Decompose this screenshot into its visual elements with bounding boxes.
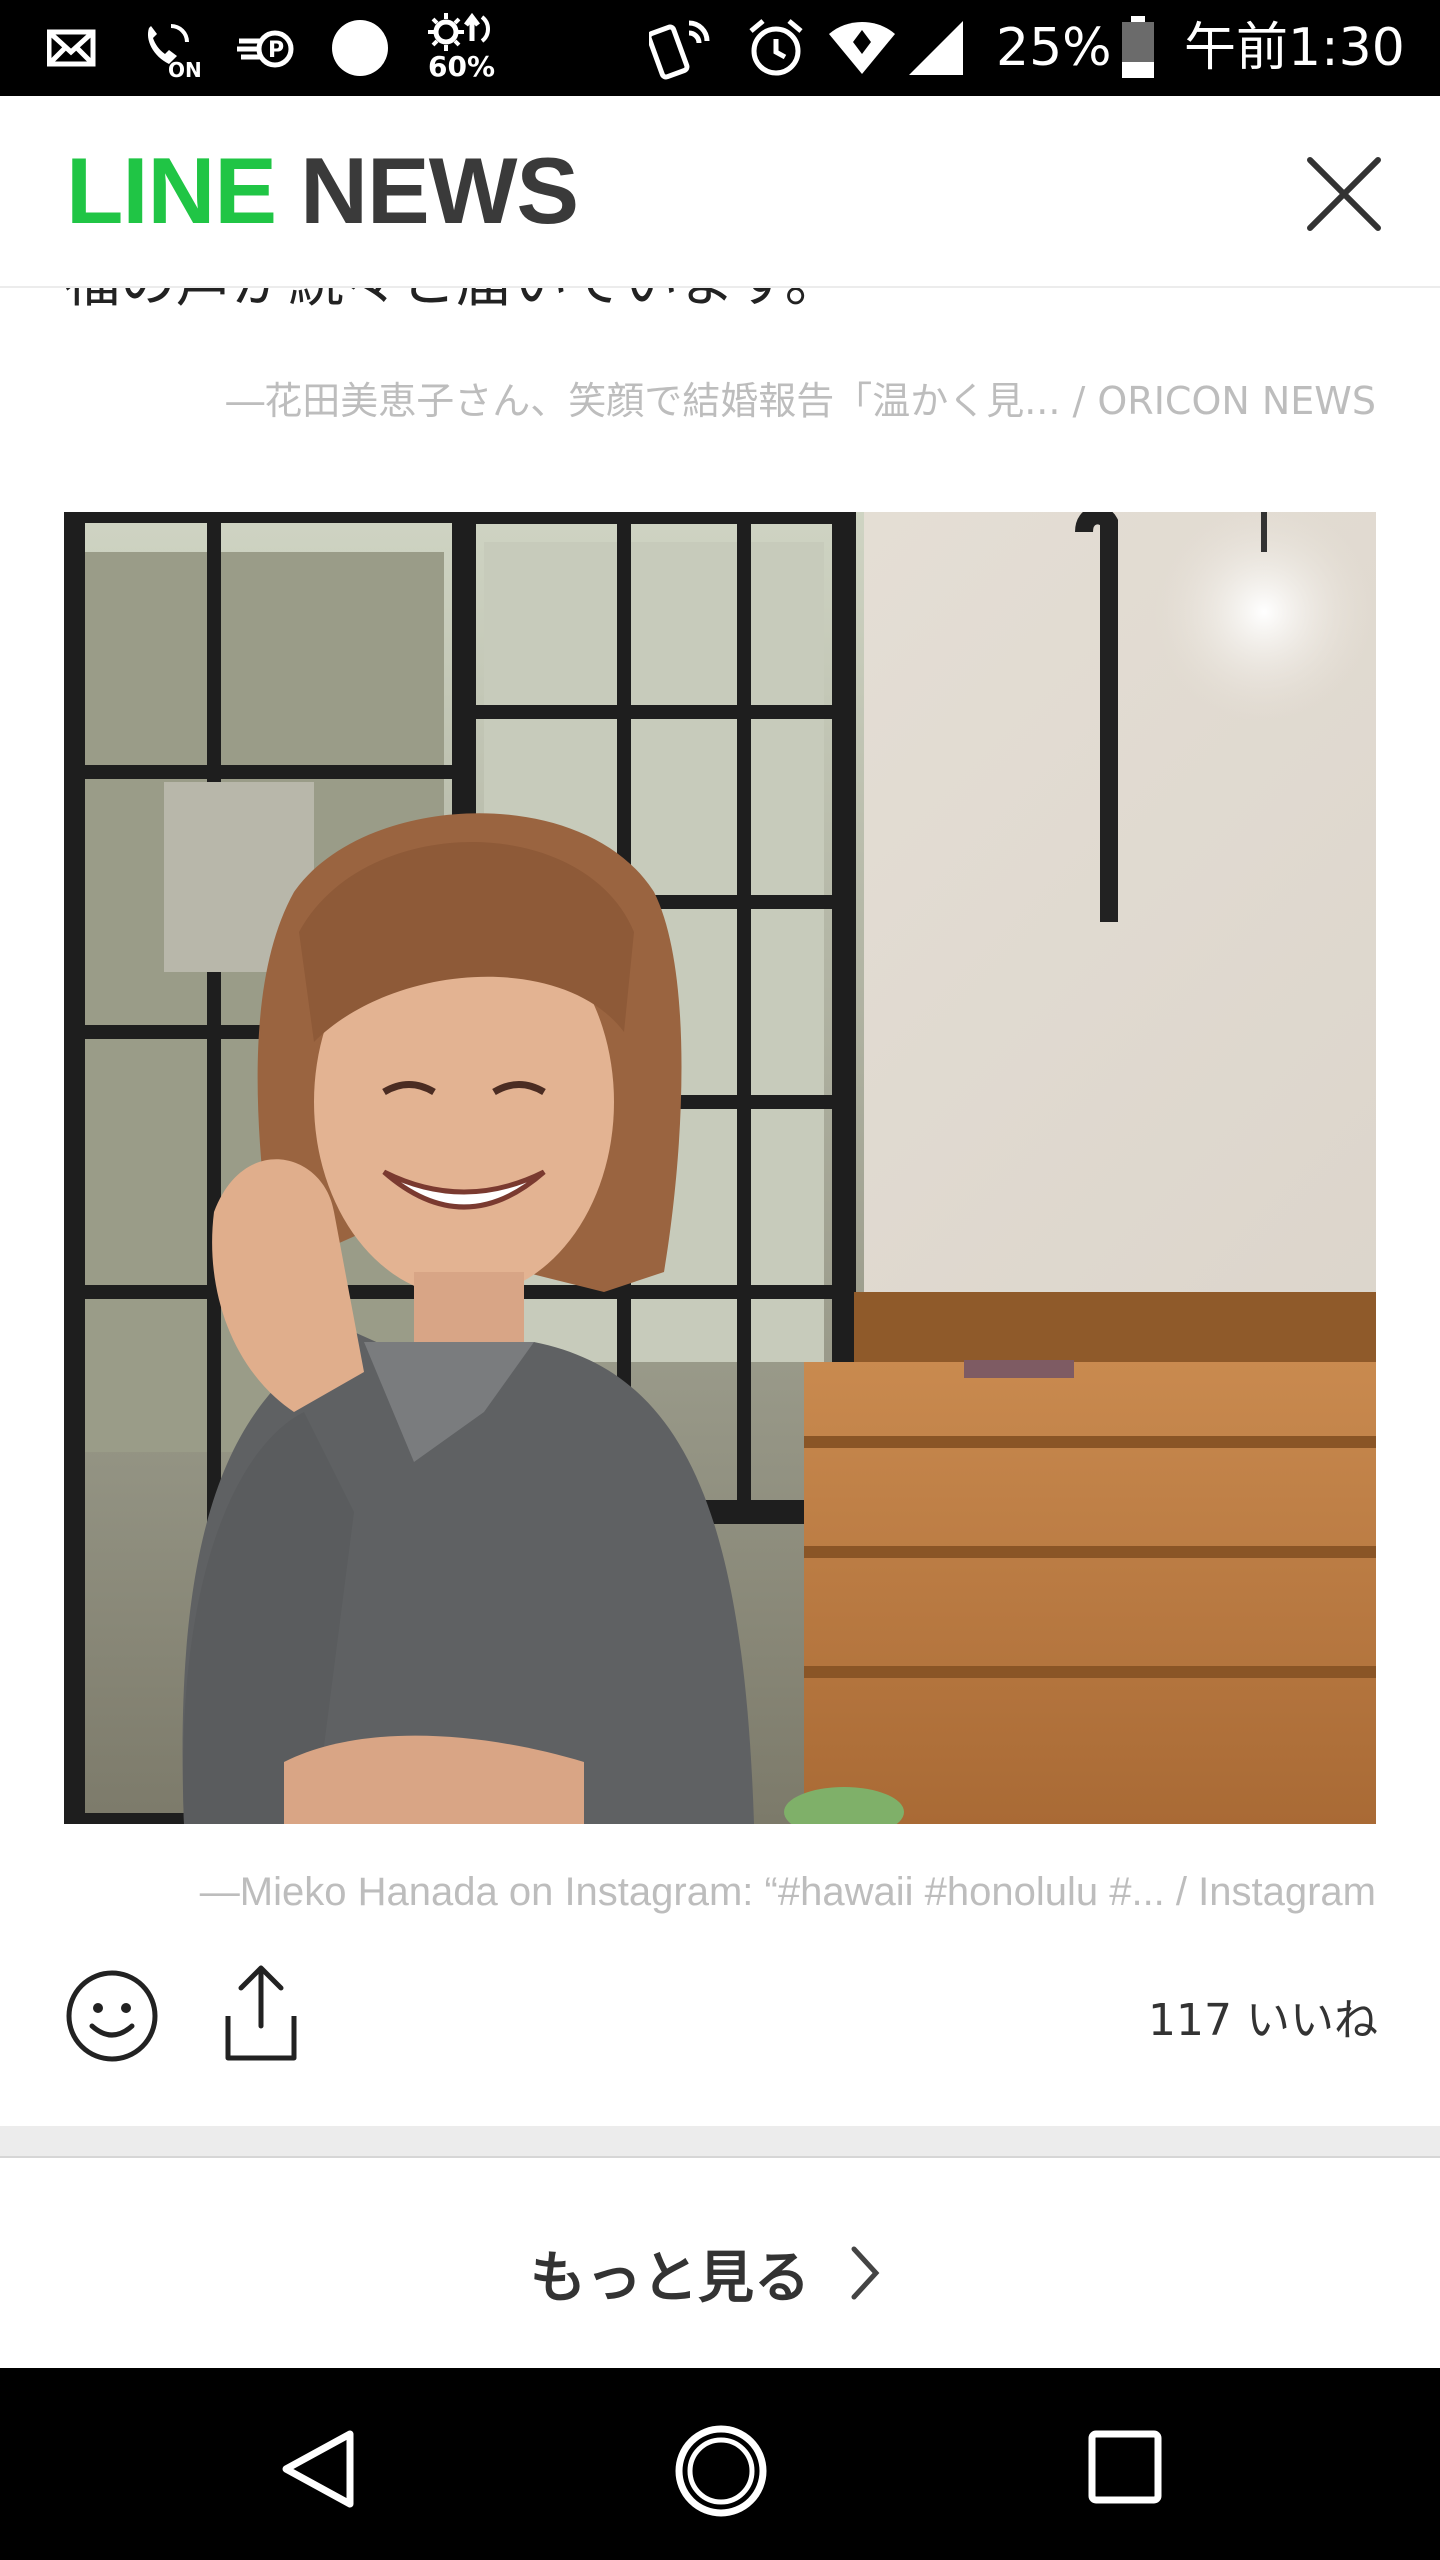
smile-icon xyxy=(66,1970,158,2062)
circle-icon xyxy=(330,18,390,78)
photo-illustration xyxy=(64,512,1376,1824)
system-nav-bar xyxy=(0,2368,1440,2560)
clock: 午前1:30 xyxy=(1184,18,1405,78)
chevron-right-icon xyxy=(851,2246,880,2300)
source-link-instagram[interactable]: ―Mieko Hanada on Instagram: “#hawaii #ho… xyxy=(200,1870,1376,1915)
app-header: LINE NEWS xyxy=(0,96,1440,288)
logo-line-text: LINE xyxy=(66,138,277,243)
reaction-button[interactable] xyxy=(64,1968,160,2064)
source-link-oricon[interactable]: ―花田美恵子さん、笑顔で結婚報告「温かく見... / ORICON NEWS xyxy=(226,370,1376,425)
mail-icon xyxy=(46,18,98,78)
signal-icon xyxy=(906,18,966,78)
close-icon xyxy=(1307,157,1381,231)
article-content: 福の声が続々と届いています。 ―花田美恵子さん、笑顔で結婚報告「温かく見... … xyxy=(0,288,1440,2118)
nfc-icon xyxy=(648,18,722,80)
line-news-logo: LINE NEWS xyxy=(66,144,579,238)
share-button[interactable] xyxy=(216,1960,306,2064)
nav-home-button[interactable] xyxy=(674,2424,768,2518)
share-icon xyxy=(225,1965,297,2061)
article-actions: 117 いいね xyxy=(0,1965,1440,2088)
see-more-button[interactable]: もっと見る xyxy=(530,2228,882,2318)
brightness-label: 60% xyxy=(428,50,496,83)
likes-count[interactable]: 117 いいね xyxy=(1148,1984,1378,2048)
recents-icon xyxy=(1088,2430,1162,2504)
article-text: 福の声が続々と届いています。 xyxy=(64,288,841,328)
more-section: もっと見る xyxy=(0,2158,1440,2368)
wifi-icon xyxy=(826,18,898,78)
see-more-label: もっと見る xyxy=(530,2245,810,2311)
back-icon xyxy=(282,2430,354,2508)
svg-text:P: P xyxy=(268,38,284,63)
close-button[interactable] xyxy=(1300,150,1388,238)
status-bar: ON P 60% 25% 午前1:30 xyxy=(0,0,1440,96)
alarm-icon xyxy=(744,18,808,78)
battery-icon xyxy=(1118,16,1158,78)
nav-recents-button[interactable] xyxy=(1082,2424,1172,2514)
nav-back-button[interactable] xyxy=(276,2424,366,2514)
logo-news-text: NEWS xyxy=(300,138,579,243)
section-divider xyxy=(0,2126,1440,2159)
article-photo[interactable] xyxy=(64,512,1376,1824)
phone-on-label: ON xyxy=(168,58,202,82)
brightness-icon xyxy=(424,10,494,54)
battery-percent: 25% xyxy=(996,18,1112,78)
home-icon xyxy=(675,2425,767,2517)
data-saver-icon: P xyxy=(234,18,296,78)
